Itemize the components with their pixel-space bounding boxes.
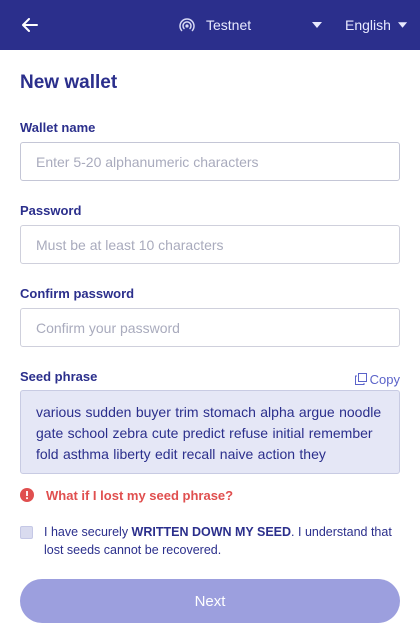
network-label: Testnet bbox=[206, 17, 252, 33]
password-input[interactable] bbox=[20, 225, 400, 264]
confirm-password-label: Confirm password bbox=[20, 286, 135, 301]
language-selector[interactable]: English bbox=[345, 10, 407, 40]
seed-acknowledgement-text: I have securely WRITTEN DOWN MY SEED. I … bbox=[44, 523, 400, 559]
wallet-name-input[interactable] bbox=[20, 142, 400, 181]
page-title: New wallet bbox=[20, 72, 118, 93]
seed-phrase-label: Seed phrase bbox=[20, 369, 98, 384]
chevron-down-icon bbox=[312, 22, 322, 28]
language-label: English bbox=[345, 17, 391, 33]
seed-phrase-box[interactable]: various sudden buyer trim stomach alpha … bbox=[20, 390, 400, 474]
next-button[interactable]: Next bbox=[20, 579, 400, 623]
arrow-left-icon bbox=[22, 18, 38, 32]
password-label: Password bbox=[20, 203, 82, 218]
copy-icon bbox=[354, 373, 367, 385]
chevron-down-icon bbox=[397, 22, 407, 28]
network-selector[interactable]: Testnet bbox=[178, 10, 322, 40]
seed-loss-help-link[interactable]: What if I lost my seed phrase? bbox=[20, 486, 233, 504]
broadcast-icon bbox=[178, 16, 196, 34]
top-bar: Testnet English bbox=[0, 0, 420, 50]
ack-emphasis: WRITTEN DOWN MY SEED bbox=[131, 525, 292, 539]
wallet-name-label: Wallet name bbox=[20, 120, 96, 135]
confirm-password-input[interactable] bbox=[20, 308, 400, 347]
seed-loss-help-label: What if I lost my seed phrase? bbox=[46, 487, 234, 503]
seed-phrase-text: various sudden buyer trim stomach alpha … bbox=[36, 404, 382, 462]
seed-acknowledgement-checkbox[interactable] bbox=[20, 526, 33, 539]
copy-label: Copy bbox=[369, 371, 400, 387]
alert-circle-icon bbox=[20, 488, 34, 502]
back-button[interactable] bbox=[18, 14, 42, 36]
seed-acknowledgement: I have securely WRITTEN DOWN MY SEED. I … bbox=[20, 523, 400, 559]
copy-button[interactable]: Copy bbox=[354, 371, 400, 387]
ack-prefix: I have securely bbox=[44, 525, 132, 539]
